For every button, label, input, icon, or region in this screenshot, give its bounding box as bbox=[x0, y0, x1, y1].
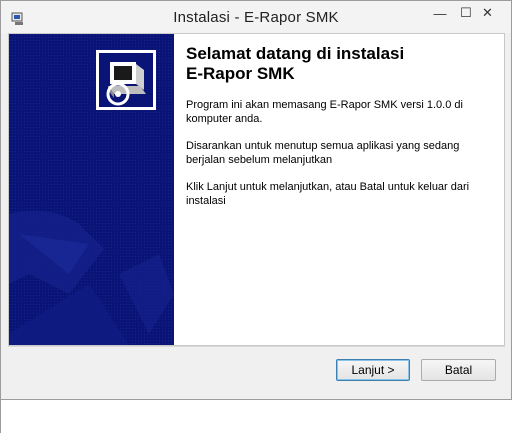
wizard-page: Selamat datang di instalasi E-Rapor SMK … bbox=[8, 33, 505, 346]
close-apps-advice-text: Disarankan untuk menutup semua aplikasi … bbox=[186, 140, 460, 166]
minimize-icon: — bbox=[433, 5, 447, 21]
welcome-heading: Selamat datang di instalasi E-Rapor SMK bbox=[186, 44, 491, 84]
instructions-text: Klik Lanjut untuk melanjutkan, atau Bata… bbox=[186, 181, 470, 207]
installer-window: Instalasi - E-Rapor SMK — ☐ ✕ Selamat da… bbox=[0, 0, 512, 400]
install-info-text: Program ini akan memasang E-Rapor SMK ve… bbox=[186, 99, 463, 125]
desktop-background bbox=[0, 400, 512, 433]
welcome-heading-line1: Selamat datang di instalasi bbox=[186, 44, 405, 63]
footer-divider bbox=[8, 346, 505, 347]
cancel-button[interactable]: Batal bbox=[421, 359, 496, 381]
welcome-content: Selamat datang di instalasi E-Rapor SMK … bbox=[186, 44, 491, 221]
title-bar[interactable]: Instalasi - E-Rapor SMK — ☐ ✕ bbox=[1, 1, 511, 33]
next-button[interactable]: Lanjut > bbox=[336, 359, 410, 381]
minimize-button[interactable]: — bbox=[427, 2, 453, 24]
welcome-heading-line2: E-Rapor SMK bbox=[186, 64, 295, 83]
close-icon: ✕ bbox=[482, 5, 493, 20]
computer-disc-logo-icon bbox=[96, 50, 156, 110]
wizard-side-panel bbox=[9, 34, 174, 345]
close-button[interactable]: ✕ bbox=[464, 2, 511, 24]
